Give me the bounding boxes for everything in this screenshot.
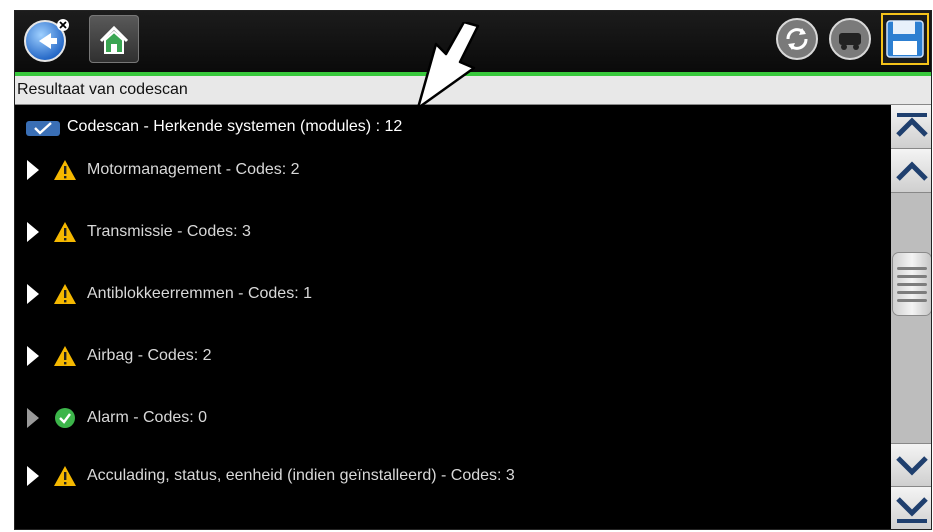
expand-triangle-icon[interactable]	[27, 466, 39, 486]
scan-summary-label: Codescan - Herkende systemen (modules) :…	[67, 118, 403, 135]
refresh-button[interactable]	[772, 15, 822, 63]
callout-arrow-icon	[416, 22, 480, 110]
expand-triangle-icon[interactable]	[27, 408, 39, 428]
home-icon	[99, 25, 129, 54]
warning-icon	[53, 221, 77, 243]
system-row-antiblokkeerremmen[interactable]: Antiblokkeerremmen - Codes: 1	[27, 279, 867, 309]
expand-triangle-icon[interactable]	[27, 284, 39, 304]
system-label: Transmissie - Codes: 3	[87, 223, 251, 240]
vehicle-icon	[829, 18, 871, 60]
ok-check-icon	[53, 407, 77, 429]
results-list: Codescan - Herkende systemen (modules) :…	[15, 105, 891, 529]
scroll-top-button[interactable]	[891, 105, 931, 149]
scroll-bottom-button[interactable]	[891, 487, 931, 529]
back-icon	[24, 19, 69, 62]
system-label: Alarm - Codes: 0	[87, 409, 208, 426]
scroll-up-button[interactable]	[891, 149, 931, 193]
scroll-top-icon	[896, 113, 928, 137]
back-button[interactable]	[21, 17, 73, 63]
refresh-icon	[776, 18, 818, 60]
warning-icon	[53, 283, 77, 305]
system-row-airbag[interactable]: Airbag - Codes: 2	[27, 341, 867, 371]
scrollbar[interactable]	[891, 105, 931, 529]
scroll-down-icon	[896, 456, 928, 476]
save-icon	[886, 20, 924, 58]
page-title: Resultaat van codescan	[17, 81, 188, 98]
system-label: Acculading, status, eenheid (indien geïn…	[87, 467, 515, 484]
system-label: Airbag - Codes: 2	[87, 347, 212, 364]
scroll-thumb[interactable]	[893, 253, 931, 315]
warning-icon	[53, 159, 77, 181]
home-button[interactable]	[89, 15, 139, 63]
save-button[interactable]	[881, 13, 929, 65]
expand-triangle-icon[interactable]	[27, 346, 39, 366]
expand-triangle-icon[interactable]	[27, 222, 39, 242]
scroll-up-icon	[896, 161, 928, 181]
system-row-alarm[interactable]: Alarm - Codes: 0	[27, 403, 867, 433]
expand-triangle-icon[interactable]	[27, 160, 39, 180]
vehicle-check-icon	[26, 121, 60, 136]
scan-summary: Codescan - Herkende systemen (modules) :…	[25, 115, 402, 139]
vehicle-button[interactable]	[825, 15, 875, 63]
system-row-acculading[interactable]: Acculading, status, eenheid (indien geïn…	[27, 461, 867, 491]
system-label: Motormanagement - Codes: 2	[87, 161, 300, 178]
scroll-down-button[interactable]	[891, 443, 931, 487]
system-row-motormanagement[interactable]: Motormanagement - Codes: 2	[27, 155, 867, 185]
scroll-bottom-icon	[896, 497, 928, 523]
warning-icon	[53, 465, 77, 487]
warning-icon	[53, 345, 77, 367]
system-row-transmissie[interactable]: Transmissie - Codes: 3	[27, 217, 867, 247]
system-label: Antiblokkeerremmen - Codes: 1	[87, 285, 312, 302]
